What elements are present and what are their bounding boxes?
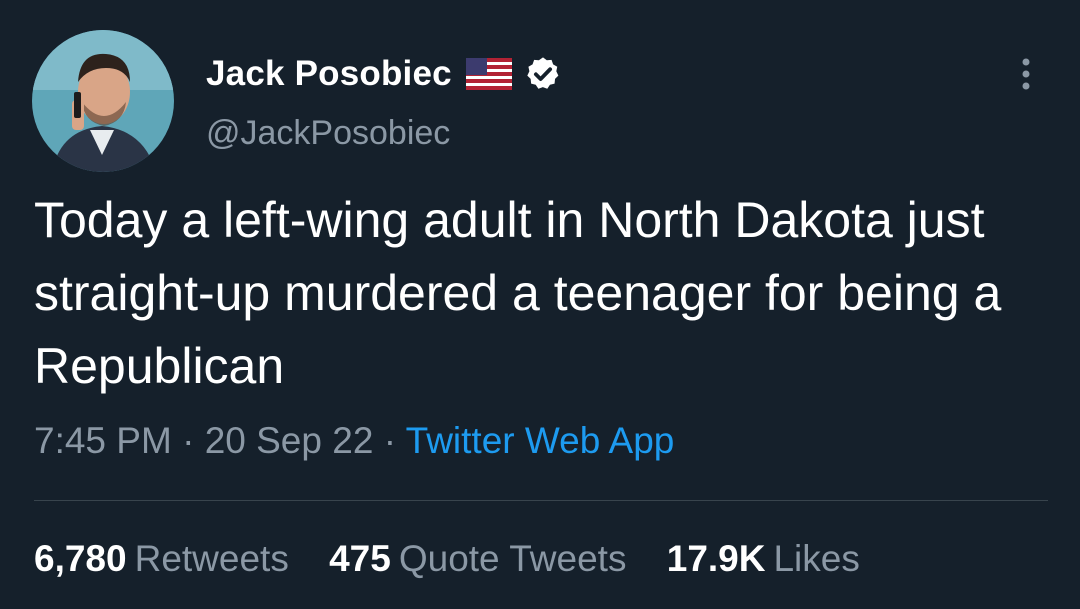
tweet-date[interactable]: 20 Sep 22	[205, 420, 374, 461]
meta-separator: ·	[383, 420, 397, 461]
us-flag-icon	[465, 58, 512, 90]
divider	[34, 500, 1048, 501]
author-handle[interactable]: @JackPosobiec	[206, 114, 450, 153]
tweet-text: Today a left-wing adult in North Dakota …	[34, 192, 1002, 394]
tweet-stats: 6,780 Retweets 475 Quote Tweets 17.9K Likes	[34, 538, 890, 580]
tweet-source-link[interactable]: Twitter Web App	[406, 420, 675, 461]
retweets-label: Retweets	[134, 538, 289, 579]
retweets-stat[interactable]: 6,780 Retweets	[34, 538, 289, 580]
quote-tweets-label: Quote Tweets	[398, 538, 627, 579]
avatar-image	[32, 30, 174, 172]
tweet-metadata: 7:45 PM · 20 Sep 22 · Twitter Web App	[34, 420, 674, 462]
likes-label: Likes	[773, 538, 860, 579]
author-name-row: Jack Posobiec	[206, 52, 562, 96]
quote-tweets-stat[interactable]: 475 Quote Tweets	[329, 538, 626, 580]
avatar[interactable]	[32, 30, 174, 172]
tweet-time[interactable]: 7:45 PM	[34, 420, 172, 461]
retweets-count: 6,780	[34, 538, 127, 579]
quote-tweets-count: 475	[329, 538, 391, 579]
likes-stat[interactable]: 17.9K Likes	[667, 538, 860, 580]
verified-badge-icon	[524, 55, 562, 93]
more-options-icon[interactable]	[1010, 56, 1042, 96]
author-display-name[interactable]: Jack Posobiec	[206, 54, 452, 94]
likes-count: 17.9K	[666, 538, 766, 579]
meta-separator: ·	[182, 420, 195, 461]
